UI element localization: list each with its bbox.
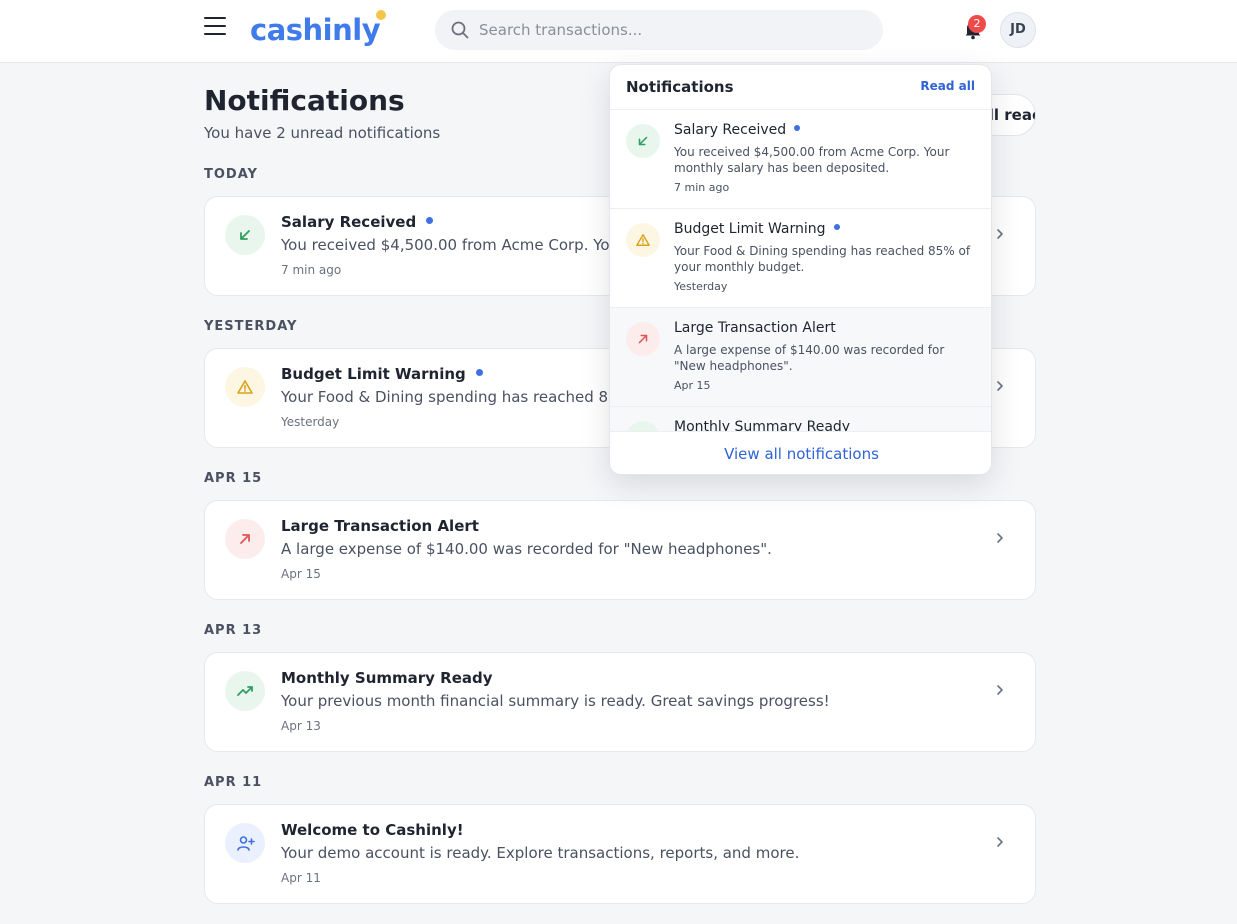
dropdown-header: Notifications Read all <box>610 65 991 110</box>
notification-title: Large Transaction Alert <box>281 517 479 535</box>
notification-body: A large expense of $140.00 was recorded … <box>281 540 772 558</box>
unread-dot <box>794 125 801 131</box>
dropdown-item-body: You received $4,500.00 from Acme Corp. Y… <box>674 145 950 175</box>
dropdown-item-title: Monthly Summary Ready <box>674 419 851 431</box>
dropdown-item[interactable]: Large Transaction Alert A large expense … <box>610 308 991 407</box>
group-label-yesterday: YESTERDAY <box>204 319 298 334</box>
arrow-up-right-icon <box>638 334 648 344</box>
chevron-right-icon <box>997 381 1003 391</box>
arrow-down-left-icon <box>638 136 648 146</box>
search-input[interactable] <box>479 10 869 50</box>
search-icon <box>451 21 469 39</box>
read-all-link[interactable]: Read all <box>920 79 975 93</box>
chevron-right-icon <box>997 229 1003 239</box>
notification-icon-badge <box>626 421 660 431</box>
unread-dot <box>475 369 483 376</box>
notifications-dropdown: Notifications Read all Salary Received Y… <box>609 64 992 475</box>
notification-card[interactable]: Large Transaction Alert A large expense … <box>204 500 1036 600</box>
trending-up-icon <box>237 686 253 696</box>
view-all-notifications-link[interactable]: View all notifications <box>610 431 991 474</box>
warning-icon <box>237 380 253 394</box>
notification-time: 7 min ago <box>281 263 342 277</box>
dropdown-item[interactable]: Salary Received You received $4,500.00 f… <box>610 110 991 209</box>
notification-body: Your demo account is ready. Explore tran… <box>281 844 800 862</box>
notification-title: Budget Limit Warning <box>281 365 483 383</box>
dropdown-item-title: Large Transaction Alert <box>674 320 836 336</box>
unread-dot <box>833 224 840 230</box>
notification-icon-badge <box>225 823 265 863</box>
warning-icon <box>636 234 650 246</box>
notification-time: Yesterday <box>281 415 340 429</box>
dropdown-item-body: A large expense of $140.00 was recorded … <box>674 343 945 373</box>
page-subtitle: You have 2 unread notifications <box>204 124 441 142</box>
logo[interactable]: cashinly <box>250 10 387 47</box>
notification-time: Apr 13 <box>281 719 321 733</box>
chevron-right-icon <box>997 685 1003 695</box>
arrow-down-left-icon <box>240 230 250 240</box>
notification-icon-badge <box>225 671 265 711</box>
group-label-today: TODAY <box>204 167 258 182</box>
search-box <box>435 10 883 50</box>
notification-icon-badge <box>626 124 660 158</box>
dropdown-item-time: Yesterday <box>674 280 728 293</box>
dropdown-list[interactable]: Salary Received You received $4,500.00 f… <box>610 110 991 431</box>
group-label-apr-15: APR 15 <box>204 471 263 486</box>
dropdown-item-body: Your Food & Dining spending has reached … <box>674 244 971 274</box>
dropdown-item-title: Budget Limit Warning <box>674 221 840 237</box>
notification-card[interactable]: Monthly Summary Ready Your previous mont… <box>204 652 1036 752</box>
dropdown-item-time: Apr 15 <box>674 379 711 392</box>
notification-count-badge: 2 <box>968 15 986 33</box>
notification-card[interactable]: Welcome to Cashinly! Your demo account i… <box>204 804 1036 904</box>
dropdown-item-title: Salary Received <box>674 122 801 138</box>
arrow-up-right-icon <box>240 534 250 544</box>
avatar[interactable]: JD <box>1000 12 1036 48</box>
dropdown-item[interactable]: Budget Limit Warning Your Food & Dining … <box>610 209 991 308</box>
notification-title: Monthly Summary Ready <box>281 669 493 687</box>
notification-icon-badge <box>225 215 265 255</box>
notification-title: Welcome to Cashinly! <box>281 821 464 839</box>
notification-icon-badge <box>626 223 660 257</box>
unread-dot <box>426 217 434 224</box>
dropdown-title: Notifications <box>626 78 734 96</box>
chevron-right-icon <box>997 533 1003 543</box>
notification-time: Apr 15 <box>281 567 321 581</box>
notification-icon-badge <box>626 322 660 356</box>
notification-icon-badge <box>225 519 265 559</box>
logo-text: cashinly <box>250 13 381 47</box>
group-label-apr-13: APR 13 <box>204 623 263 638</box>
logo-coin-icon <box>376 10 387 20</box>
page-title: Notifications <box>204 84 405 117</box>
menu-icon[interactable] <box>204 17 226 37</box>
chevron-right-icon <box>997 837 1003 847</box>
notification-body: Your previous month financial summary is… <box>281 692 830 710</box>
top-bar: cashinly 2 JD <box>0 0 1237 63</box>
notification-time: Apr 11 <box>281 871 321 885</box>
dropdown-item-time: 7 min ago <box>674 181 730 194</box>
dropdown-item[interactable]: Monthly Summary Ready <box>610 407 991 431</box>
notification-title: Salary Received <box>281 213 434 231</box>
group-label-apr-11: APR 11 <box>204 775 263 790</box>
notification-icon-badge <box>225 367 265 407</box>
user-plus-icon <box>237 836 255 851</box>
